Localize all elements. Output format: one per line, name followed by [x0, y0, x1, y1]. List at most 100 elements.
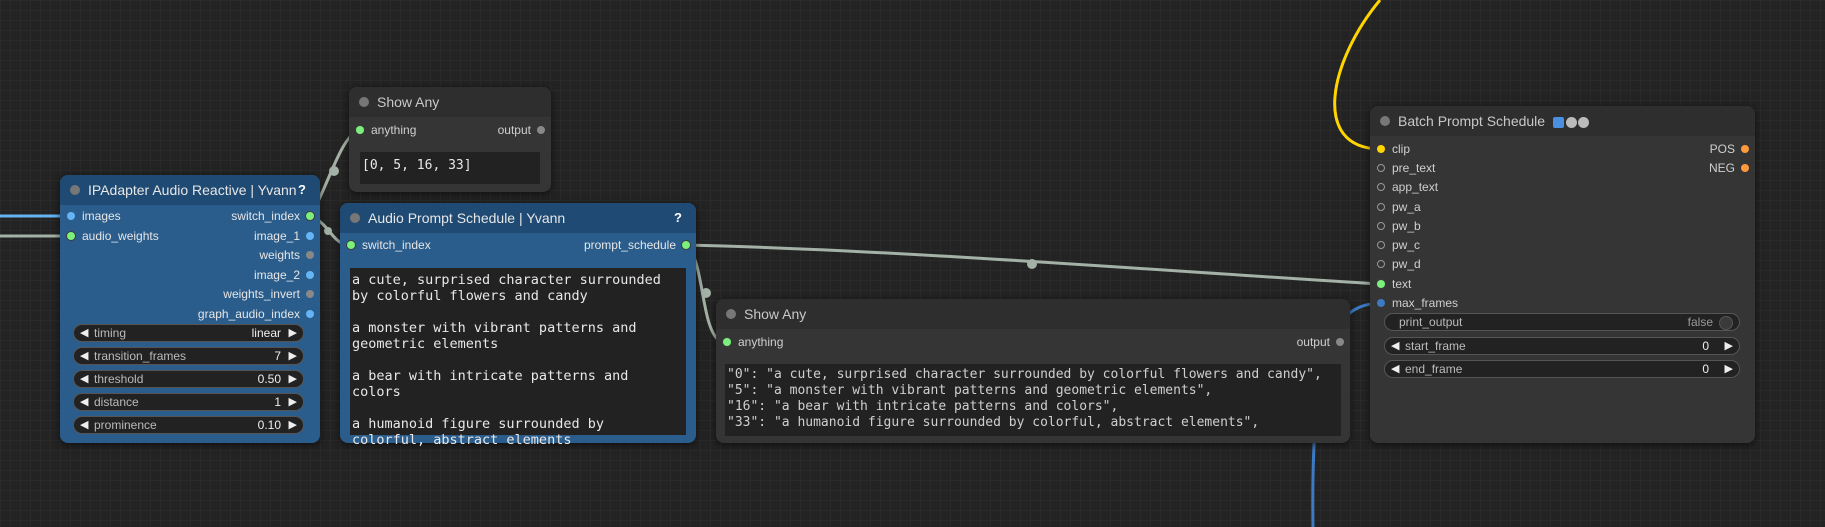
collapse-dot-icon[interactable] — [1380, 116, 1390, 126]
show-any-node-mid[interactable]: Show Any anything output "0": "a cute, s… — [716, 299, 1350, 443]
widget-value: 7 — [274, 349, 281, 363]
input-slot-clip[interactable]: clip — [1374, 141, 1410, 157]
slot-label: image_1 — [253, 229, 300, 243]
toggle-icon[interactable] — [1719, 316, 1733, 330]
output-pin-icon[interactable] — [306, 232, 314, 240]
output-slot-image-2[interactable]: image_2 — [254, 267, 316, 283]
decrement-arrow-icon[interactable]: ◀ — [80, 348, 88, 364]
widget-print-output[interactable]: print_output false — [1384, 313, 1740, 331]
input-slot-pw-b[interactable]: pw_b — [1374, 218, 1421, 234]
input-slot-max-frames[interactable]: max_frames — [1374, 295, 1458, 311]
input-slot-images[interactable]: images — [64, 208, 121, 224]
decrement-arrow-icon[interactable]: ◀ — [80, 371, 88, 387]
output-pin-icon[interactable] — [306, 251, 314, 259]
widget-distance[interactable]: ◀ distance 1 ▶ — [73, 393, 304, 411]
input-slot-anything[interactable]: anything — [720, 334, 783, 350]
decrement-arrow-icon[interactable]: ◀ — [80, 325, 88, 341]
input-pin-icon[interactable] — [1377, 203, 1385, 211]
output-pin-icon[interactable] — [682, 241, 690, 249]
widget-timing[interactable]: ◀ timing linear ▶ — [73, 324, 304, 342]
output-slot-weights[interactable]: weights — [259, 247, 316, 263]
decrement-arrow-icon[interactable]: ◀ — [80, 394, 88, 410]
input-slot-pw-c[interactable]: pw_c — [1374, 237, 1420, 253]
help-icon[interactable]: ? — [298, 175, 306, 205]
collapse-dot-icon[interactable] — [726, 309, 736, 319]
input-pin-icon[interactable] — [1377, 299, 1385, 307]
slot-label: output — [497, 123, 531, 137]
increment-arrow-icon[interactable]: ▶ — [289, 394, 297, 410]
output-pin-icon[interactable] — [306, 271, 314, 279]
output-slot-image-1[interactable]: image_1 — [254, 228, 316, 244]
input-pin-icon[interactable] — [1377, 280, 1385, 288]
widget-transition-frames[interactable]: ◀ transition_frames 7 ▶ — [73, 347, 304, 365]
output-pin-icon[interactable] — [1741, 164, 1749, 172]
widget-threshold[interactable]: ◀ threshold 0.50 ▶ — [73, 370, 304, 388]
node-header[interactable]: IPAdapter Audio Reactive | Yvann ? — [60, 175, 320, 205]
input-slot-text[interactable]: text — [1374, 276, 1411, 292]
output-slot-prompt-schedule[interactable]: prompt_schedule — [584, 237, 692, 253]
node-header[interactable]: Batch Prompt Schedule — [1370, 106, 1755, 136]
slot-label: app_text — [1392, 180, 1439, 194]
increment-arrow-icon[interactable]: ▶ — [1725, 338, 1733, 354]
show-any-node-top[interactable]: Show Any anything output [0, 5, 16, 33] — [349, 87, 551, 192]
input-slot-audio-weights[interactable]: audio_weights — [64, 228, 159, 244]
output-pin-icon[interactable] — [537, 126, 545, 134]
output-pin-icon[interactable] — [306, 310, 314, 318]
input-slot-app-text[interactable]: app_text — [1374, 179, 1438, 195]
input-pin-icon[interactable] — [1377, 145, 1385, 153]
output-slot-switch-index[interactable]: switch_index — [231, 208, 316, 224]
input-pin-icon[interactable] — [1377, 183, 1385, 191]
input-slot-switch-index[interactable]: switch_index — [344, 237, 431, 253]
output-slot-output[interactable]: output — [498, 122, 547, 138]
input-pin-icon[interactable] — [1377, 241, 1385, 249]
output-pin-icon[interactable] — [306, 212, 314, 220]
input-pin-icon[interactable] — [67, 212, 75, 220]
input-slot-pre-text[interactable]: pre_text — [1374, 160, 1435, 176]
output-pin-icon[interactable] — [1336, 338, 1344, 346]
output-slot-neg[interactable]: NEG — [1709, 160, 1751, 176]
input-slot-anything[interactable]: anything — [353, 122, 416, 138]
help-icon[interactable]: ? — [674, 203, 682, 233]
output-slot-weights-invert[interactable]: weights_invert — [223, 286, 316, 302]
node-header[interactable]: Show Any — [716, 299, 1350, 329]
increment-arrow-icon[interactable]: ▶ — [289, 348, 297, 364]
collapse-dot-icon[interactable] — [350, 213, 360, 223]
input-pin-icon[interactable] — [356, 126, 364, 134]
widget-start-frame[interactable]: ◀ start_frame 0 ▶ — [1384, 337, 1740, 355]
prompt-text-area[interactable]: a cute, surprised character surrounded b… — [350, 268, 686, 448]
output-pin-icon[interactable] — [306, 290, 314, 298]
input-pin-icon[interactable] — [723, 338, 731, 346]
decrement-arrow-icon[interactable]: ◀ — [1391, 361, 1399, 377]
audio-prompt-schedule-node[interactable]: Audio Prompt Schedule | Yvann ? switch_i… — [340, 203, 696, 448]
input-slot-pw-a[interactable]: pw_a — [1374, 199, 1421, 215]
widget-label: print_output — [1399, 315, 1463, 329]
node-title: IPAdapter Audio Reactive | Yvann — [88, 182, 297, 198]
widget-prominence[interactable]: ◀ prominence 0.10 ▶ — [73, 416, 304, 434]
output-slot-output[interactable]: output — [1297, 334, 1346, 350]
decrement-arrow-icon[interactable]: ◀ — [1391, 338, 1399, 354]
input-slot-pw-d[interactable]: pw_d — [1374, 256, 1421, 272]
node-header[interactable]: Audio Prompt Schedule | Yvann ? — [340, 203, 696, 233]
widget-end-frame[interactable]: ◀ end_frame 0 ▶ — [1384, 360, 1740, 378]
widget-value: false — [1687, 315, 1713, 329]
collapse-dot-icon[interactable] — [359, 97, 369, 107]
decrement-arrow-icon[interactable]: ◀ — [80, 417, 88, 433]
ipadapter-audio-reactive-node[interactable]: IPAdapter Audio Reactive | Yvann ? image… — [60, 175, 320, 443]
input-pin-icon[interactable] — [67, 232, 75, 240]
increment-arrow-icon[interactable]: ▶ — [289, 325, 297, 341]
input-pin-icon[interactable] — [1377, 260, 1385, 268]
output-slot-pos[interactable]: POS — [1710, 141, 1751, 157]
output-pin-icon[interactable] — [1741, 145, 1749, 153]
collapse-dot-icon[interactable] — [70, 185, 80, 195]
show-any-value-display[interactable]: [0, 5, 16, 33] — [360, 152, 540, 184]
input-pin-icon[interactable] — [1377, 222, 1385, 230]
increment-arrow-icon[interactable]: ▶ — [289, 417, 297, 433]
increment-arrow-icon[interactable]: ▶ — [1725, 361, 1733, 377]
batch-prompt-schedule-node[interactable]: Batch Prompt Schedule clip pre_text app_… — [1370, 106, 1755, 443]
show-any-value-display[interactable]: "0": "a cute, surprised character surrou… — [725, 364, 1341, 436]
output-slot-graph-audio-index[interactable]: graph_audio_index — [198, 306, 316, 322]
node-header[interactable]: Show Any — [349, 87, 551, 117]
increment-arrow-icon[interactable]: ▶ — [289, 371, 297, 387]
input-pin-icon[interactable] — [1377, 164, 1385, 172]
input-pin-icon[interactable] — [347, 241, 355, 249]
